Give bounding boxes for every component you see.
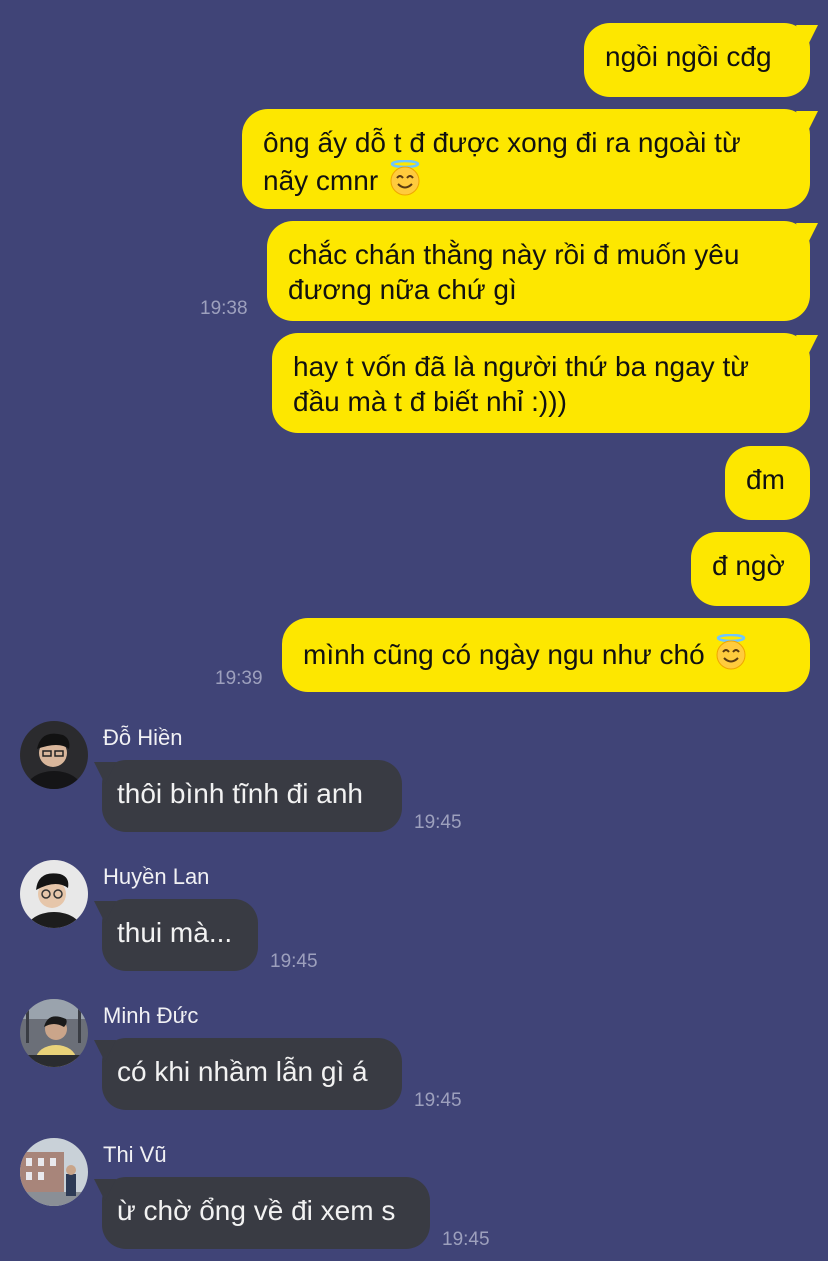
message-text: ông ấy dỗ t đ được xong đi ra ngoài từ xyxy=(263,127,741,158)
timestamp: 19:39 xyxy=(215,668,263,689)
message-text: mình cũng có ngày ngu như chó xyxy=(303,639,705,670)
avatar[interactable] xyxy=(20,860,88,928)
outgoing-message[interactable]: mình cũng có ngày ngu như chó xyxy=(282,618,810,692)
avatar[interactable] xyxy=(20,999,88,1067)
smiling-face-with-halo-icon xyxy=(712,633,750,678)
message-text: hay t vốn đã là người thứ ba ngay từ xyxy=(293,351,749,382)
timestamp: 19:45 xyxy=(414,1090,462,1111)
avatar[interactable] xyxy=(20,721,88,789)
smiling-face-with-halo-icon xyxy=(386,159,424,204)
message-text: ừ chờ ổng về đi xem s xyxy=(117,1195,396,1226)
message-text: thui mà... xyxy=(117,917,233,948)
message-text: đầu mà t đ biết nhỉ :))) xyxy=(293,386,567,417)
message-text: chắc chán thằng này rồi đ muốn yêu xyxy=(288,239,740,270)
timestamp: 19:45 xyxy=(270,951,318,972)
outgoing-message[interactable]: chắc chán thằng này rồi đ muốn yêu đương… xyxy=(267,221,810,321)
outgoing-message[interactable]: đ ngờ xyxy=(691,532,810,606)
timestamp: 19:45 xyxy=(414,812,462,833)
message-text: ngồi ngồi cđg xyxy=(605,41,772,72)
sender-name: Minh Đức xyxy=(103,1003,199,1028)
outgoing-message[interactable]: đm xyxy=(725,446,810,520)
outgoing-message[interactable]: ngồi ngồi cđg xyxy=(584,23,810,97)
incoming-message[interactable]: thui mà... xyxy=(102,899,258,971)
outgoing-message[interactable]: hay t vốn đã là người thứ ba ngay từ đầu… xyxy=(272,333,810,433)
sender-name: Đỗ Hiền xyxy=(103,725,183,750)
message-text: có khi nhầm lẫn gì á xyxy=(117,1056,368,1087)
message-text: đương nữa chứ gì xyxy=(288,274,517,305)
timestamp: 19:45 xyxy=(442,1229,490,1250)
incoming-message[interactable]: thôi bình tĩnh đi anh xyxy=(102,760,402,832)
message-text: đm xyxy=(746,464,785,495)
timestamp: 19:38 xyxy=(200,298,248,319)
avatar[interactable] xyxy=(20,1138,88,1206)
incoming-message[interactable]: ừ chờ ổng về đi xem s xyxy=(102,1177,430,1249)
message-text: đ ngờ xyxy=(712,550,785,581)
message-text: nãy cmnr xyxy=(263,165,379,196)
message-text: thôi bình tĩnh đi anh xyxy=(117,778,363,809)
sender-name: Huyền Lan xyxy=(103,864,210,889)
sender-name: Thi Vũ xyxy=(103,1142,167,1167)
incoming-message[interactable]: có khi nhầm lẫn gì á xyxy=(102,1038,402,1110)
outgoing-message[interactable]: ông ấy dỗ t đ được xong đi ra ngoài từ n… xyxy=(242,109,810,209)
